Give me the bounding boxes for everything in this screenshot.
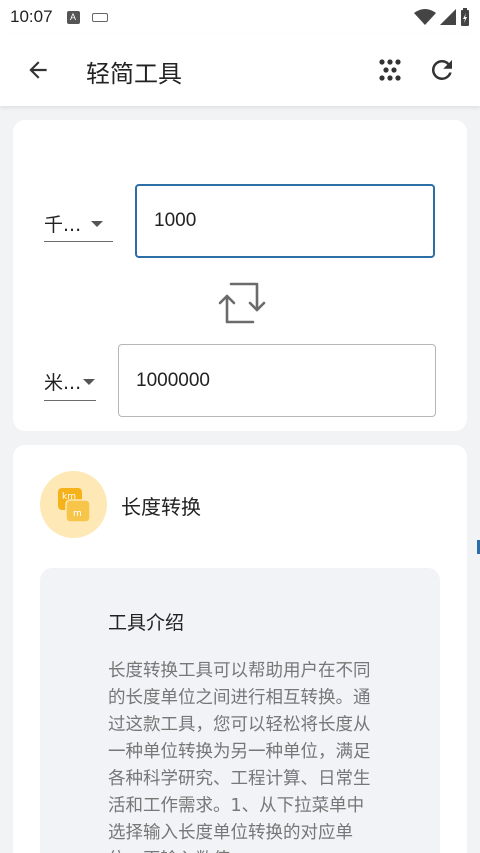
- length-conversion-icon: km m: [57, 487, 91, 523]
- keyboard-icon: [91, 12, 108, 22]
- tool-logo: km m: [40, 471, 107, 538]
- signal-icon: [440, 9, 456, 25]
- swap-icon: [218, 282, 266, 324]
- refresh-button[interactable]: [424, 52, 460, 88]
- swap-units-button[interactable]: [214, 278, 270, 328]
- icon-km-text: km: [62, 492, 76, 502]
- page-title: 轻简工具: [86, 60, 182, 88]
- status-bar: 10:07 A: [0, 0, 480, 34]
- intro-title: 工具介绍: [108, 612, 185, 634]
- battery-icon: [461, 8, 469, 26]
- notification-a-icon: A: [66, 10, 80, 24]
- status-time: 10:07: [10, 7, 53, 26]
- dots-grid-icon: [379, 59, 401, 81]
- refresh-icon: [431, 59, 452, 80]
- icon-m-text: m: [73, 509, 82, 519]
- from-unit-label: 千...: [44, 214, 82, 236]
- from-value-text: 1000: [154, 210, 197, 231]
- to-value-input[interactable]: 1000000: [118, 344, 436, 417]
- back-button[interactable]: [20, 52, 56, 88]
- status-indicators: [414, 8, 470, 26]
- intro-text: 长度转换工具可以帮助用户在不同的长度单位之间进行相互转换。通过这款工具，您可以轻…: [108, 661, 371, 853]
- to-unit-select[interactable]: 米...: [44, 363, 96, 401]
- dropdown-arrow-icon: [83, 378, 96, 385]
- arrow-left-icon: [29, 61, 47, 79]
- app-bar: 轻简工具: [0, 34, 480, 106]
- intro-box: 工具介绍 长度转换工具可以帮助用户在不同的长度单位之间进行相互转换。通过这款工具…: [40, 568, 440, 853]
- from-value-input[interactable]: 1000: [135, 184, 435, 258]
- mini-program-menu-button[interactable]: [372, 52, 408, 88]
- to-unit-label: 米...: [44, 372, 82, 394]
- from-unit-select[interactable]: 千...: [44, 206, 113, 242]
- wifi-icon: [414, 9, 436, 25]
- tool-name: 长度转换: [121, 495, 201, 519]
- tool-info-card: km m 长度转换 工具介绍 长度转换工具可以帮助用户在不同的长度单位之间进行相…: [13, 445, 467, 853]
- to-value-text: 1000000: [136, 369, 210, 391]
- converter-card: 千... 1000 米... 1000000: [13, 120, 467, 431]
- dropdown-arrow-icon: [91, 220, 104, 227]
